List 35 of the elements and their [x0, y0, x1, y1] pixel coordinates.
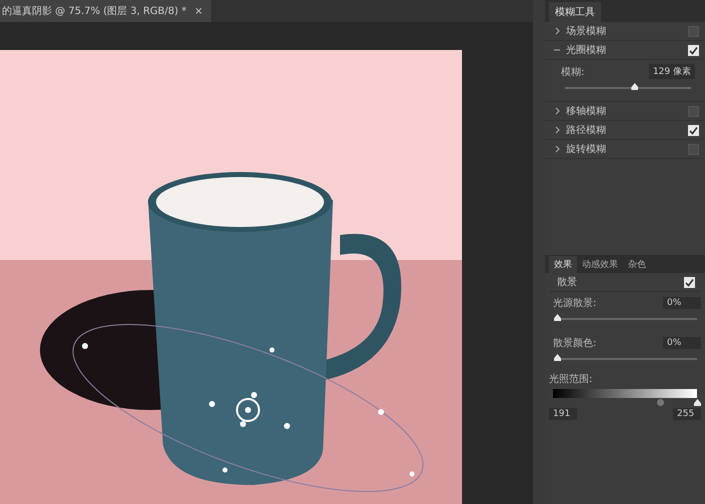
chevron-icon[interactable] — [553, 126, 561, 134]
blur-type-label: 移轴模糊 — [566, 104, 607, 118]
slider-thumb[interactable] — [554, 354, 561, 361]
slider-label: 散景颜色: — [553, 336, 596, 350]
blur-type-label: 路径模糊 — [566, 124, 607, 137]
chevron-icon[interactable] — [553, 145, 561, 153]
blur-type-label: 旋转模糊 — [566, 142, 607, 156]
slider-label: 光源散景: — [553, 296, 596, 310]
low-value-field[interactable]: 191 — [549, 408, 577, 420]
panel-tab[interactable]: 模糊工具 — [549, 2, 601, 22]
range-handle[interactable] — [694, 399, 701, 406]
chevron-icon[interactable] — [553, 27, 561, 35]
percent-field[interactable]: 0% — [663, 297, 701, 309]
checkbox[interactable] — [688, 144, 699, 154]
document-title: 的逼真阴影 @ 75.7% (图层 3, RGB/8) * — [2, 4, 186, 18]
checkbox[interactable] — [688, 106, 699, 116]
effects-tab[interactable]: 杂色 — [623, 256, 651, 273]
bokeh-label: 散景 — [557, 276, 578, 289]
range-handle[interactable] — [657, 399, 664, 406]
blur-type-label: 场景模糊 — [566, 24, 607, 38]
effects-tab[interactable]: 效果 — [549, 256, 577, 273]
checkbox[interactable] — [688, 26, 699, 36]
high-value-field[interactable]: 255 — [673, 408, 701, 420]
blur-type-label: 光圈模糊 — [566, 44, 607, 57]
slider-thumb[interactable] — [631, 83, 638, 90]
blur-value-field[interactable]: 129 像素 — [648, 64, 695, 79]
slider-thumb[interactable] — [554, 314, 561, 321]
document-tab[interactable]: 的逼真阴影 @ 75.7% (图层 3, RGB/8) * × — [0, 0, 211, 22]
chevron-icon[interactable] — [553, 107, 561, 115]
light-range-label: 光照范围: — [549, 372, 594, 386]
effects-tab[interactable]: 动感效果 — [577, 256, 623, 273]
blur-ellipse-overlay[interactable] — [72, 324, 424, 492]
percent-field[interactable]: 0% — [663, 337, 701, 349]
close-tab-button[interactable]: × — [194, 6, 203, 16]
blur-label: 模糊: — [561, 66, 584, 78]
